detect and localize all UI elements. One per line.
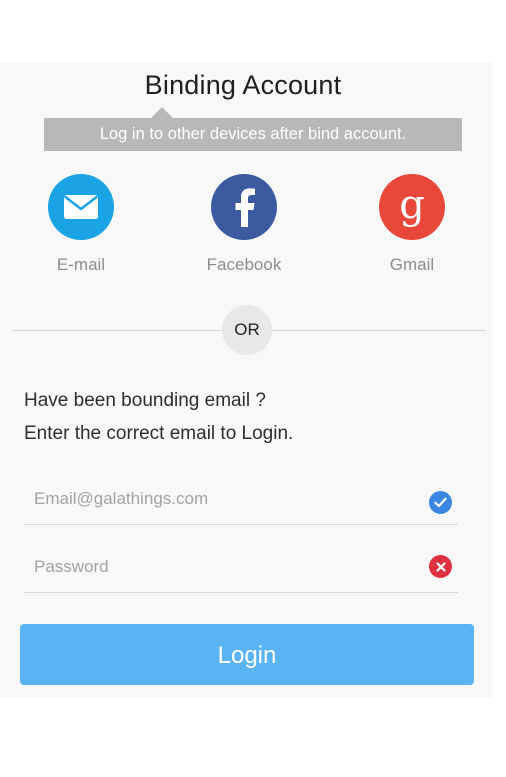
facebook-circle (211, 174, 277, 240)
gmail-option-label: Gmail (389, 255, 435, 274)
login-button[interactable]: Login (20, 624, 474, 685)
email-input[interactable] (34, 484, 414, 514)
check-circle-icon (429, 491, 452, 514)
page-title: Binding Account (144, 70, 342, 100)
info-line-2: Enter the correct email to Login. (24, 423, 294, 444)
gmail-circle: g (379, 174, 445, 240)
info-banner: Log in to other devices after bind accou… (44, 118, 462, 151)
check-mark (434, 497, 447, 508)
facebook-option-button[interactable]: Facebook (189, 174, 299, 275)
binding-panel (0, 62, 492, 698)
or-separator: OR (222, 305, 272, 355)
google-g-icon: g (399, 182, 425, 228)
gmail-option-button[interactable]: g Gmail (357, 174, 467, 275)
email-circle (48, 174, 114, 240)
email-option-label: E-mail (56, 255, 106, 274)
divider-right (270, 330, 486, 331)
password-input[interactable] (34, 552, 414, 582)
facebook-f-icon (235, 188, 255, 227)
x-mark (435, 561, 446, 572)
password-field-container (24, 546, 458, 593)
envelope-icon (64, 195, 98, 219)
banner-pointer (151, 107, 173, 118)
x-circle-icon[interactable] (429, 555, 452, 578)
email-option-button[interactable]: E-mail (26, 174, 136, 275)
email-field-container (24, 478, 458, 525)
facebook-option-label: Facebook (206, 255, 282, 274)
divider-left (12, 330, 224, 331)
info-line-1: Have been bounding email ? (24, 390, 266, 411)
